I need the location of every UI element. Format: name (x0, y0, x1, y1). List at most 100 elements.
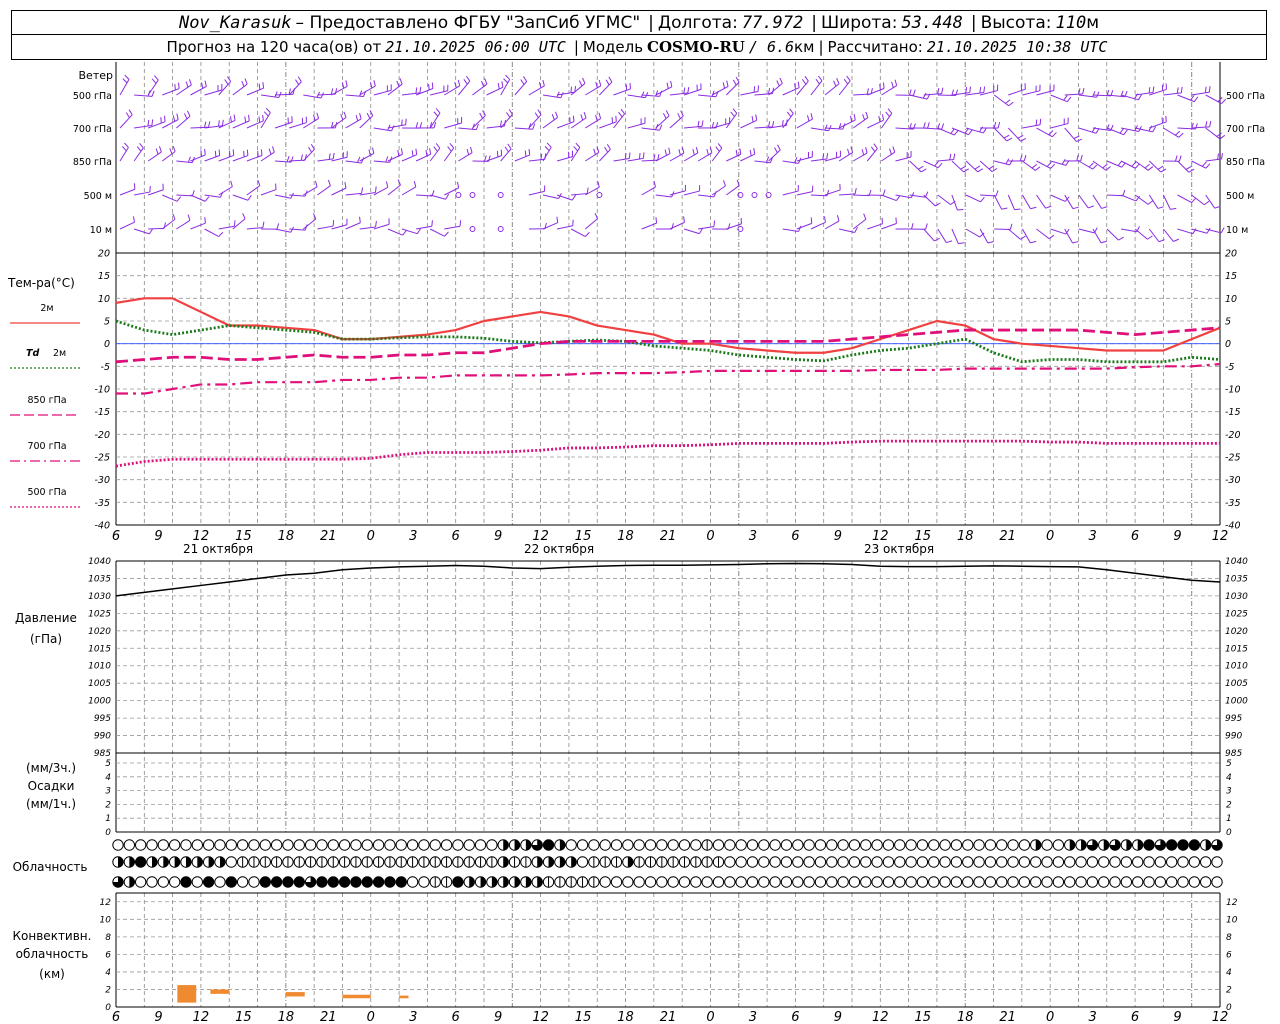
wind-barb-icon (889, 148, 892, 155)
cloud-cover-icon (168, 839, 181, 851)
wind-barb-icon (317, 185, 331, 196)
wind-barb-icon (466, 148, 470, 155)
wind-barb-icon (861, 149, 865, 156)
hour-tick-label: 12 (193, 1010, 210, 1024)
cloud-cover-icon (678, 876, 691, 888)
cloud-cover-icon (1007, 876, 1019, 888)
wind-barb-icon (960, 165, 967, 170)
wind-barb-icon (497, 83, 500, 90)
wind-barb-icon (1120, 194, 1137, 202)
wind-barb-icon (151, 119, 154, 126)
wind-barb-icon (297, 76, 302, 83)
wind-barb-icon (997, 122, 1001, 129)
wind-barb-icon (374, 186, 377, 193)
wind-barb-icon (484, 155, 487, 162)
wind-barb-icon (1009, 159, 1014, 166)
wind-barb-icon (951, 160, 964, 173)
cloud-cover-icon (452, 876, 464, 888)
cloud-cover-icon (644, 876, 657, 888)
wind-barb-icon (968, 129, 973, 135)
wind-barb-icon (642, 152, 645, 159)
wind-barb-icon (824, 124, 828, 131)
cloud-cover-icon (780, 876, 793, 888)
wind-barb-icon (341, 82, 345, 89)
wind-barb-icon (826, 152, 829, 160)
wind-barb-icon (484, 78, 488, 85)
wind-barb-icon (683, 87, 686, 94)
wind-barb-icon (683, 152, 699, 162)
wind-barb-icon (500, 148, 512, 162)
wind-barb-icon (359, 153, 375, 162)
wind-barb-icon (162, 88, 180, 96)
wind-barb-icon (232, 120, 250, 129)
calm-wind-icon (469, 226, 476, 232)
cloud-cover-icon (882, 839, 895, 851)
wind-barb-icon (1073, 135, 1080, 140)
cloud-cover-icon (1018, 856, 1031, 868)
wind-level-label-right: 700 гПа (1226, 124, 1265, 135)
cloud-cover-icon (168, 876, 181, 888)
cloud-cover-icon (1177, 876, 1189, 888)
cloud-cover-icon (180, 876, 192, 888)
wind-barb-icon (640, 91, 645, 98)
cloud-cover-icon (1120, 876, 1133, 888)
precip-tick-label-right: 0 (1226, 828, 1232, 838)
wind-barb-icon (711, 122, 715, 129)
wind-barb-icon (687, 87, 690, 94)
temp-tick-label: -10 (94, 385, 110, 396)
wind-barb-icon (993, 194, 1003, 210)
wind-barb-icon (263, 111, 269, 117)
wind-barb-icon (594, 213, 599, 219)
cloud-cover-icon (406, 839, 419, 851)
wind-barb-icon (1101, 206, 1108, 209)
wind-barb-icon (528, 85, 545, 96)
cloud-cover-icon (656, 839, 668, 851)
wind-barb-icon (411, 150, 414, 157)
pressure-tick-label: 1035 (88, 574, 111, 584)
wind-level-label: 700 гПа (73, 124, 112, 135)
cloud-cover-icon (950, 856, 963, 868)
hour-tick-label: 15 (914, 1010, 931, 1024)
wind-barb-icon (385, 181, 389, 188)
cloud-cover-icon (939, 839, 951, 851)
wind-barb-icon (641, 222, 657, 230)
wind-barb-icon (847, 148, 850, 155)
cloud-cover-icon (746, 839, 759, 851)
wind-barb-icon (666, 82, 669, 89)
pressure-tick-label: 1005 (88, 679, 111, 689)
wind-barb-icon (201, 82, 204, 89)
wind-barb-icon (542, 117, 558, 129)
wind-barb-icon (204, 228, 219, 237)
wind-barb-icon (433, 121, 437, 129)
wind-barb-icon (265, 107, 271, 113)
wind-barb-icon (124, 74, 130, 80)
pressure-tick-label-right: 1000 (1225, 697, 1248, 707)
temp-tick-label: 0 (104, 339, 110, 350)
conv-unit: (км) (39, 967, 65, 981)
wind-barb-icon (1176, 87, 1179, 94)
cloud-cover-icon (474, 839, 487, 851)
wind-barb-icon (979, 160, 993, 173)
wind-barb-icon (740, 119, 757, 129)
cloud-cover-icon (1069, 839, 1075, 851)
conv-tick-label-right: 10 (1226, 915, 1238, 925)
wind-barb-icon (147, 151, 162, 162)
wind-barb-icon (169, 148, 173, 155)
wind-barb-icon (836, 78, 840, 84)
wind-barb-icon (233, 220, 236, 227)
wind-barb-icon (866, 148, 878, 162)
wind-barb-icon (187, 156, 191, 163)
wind-barb-icon (172, 213, 176, 220)
wind-barb-icon (332, 220, 335, 227)
cloud-cover-icon (939, 856, 951, 868)
wind-barb-icon (176, 194, 193, 197)
wind-barb-icon (698, 228, 703, 234)
cloud-cover-icon (1041, 839, 1053, 851)
wind-barb-icon (1221, 152, 1223, 160)
cloud-cover-icon (1041, 876, 1053, 888)
cloud-cover-icon (826, 876, 838, 888)
wind-barb-icon (119, 221, 135, 230)
hour-tick-label: 21 (999, 529, 1016, 544)
cloud-cover-icon (599, 876, 611, 888)
wind-barb-icon (188, 79, 192, 86)
